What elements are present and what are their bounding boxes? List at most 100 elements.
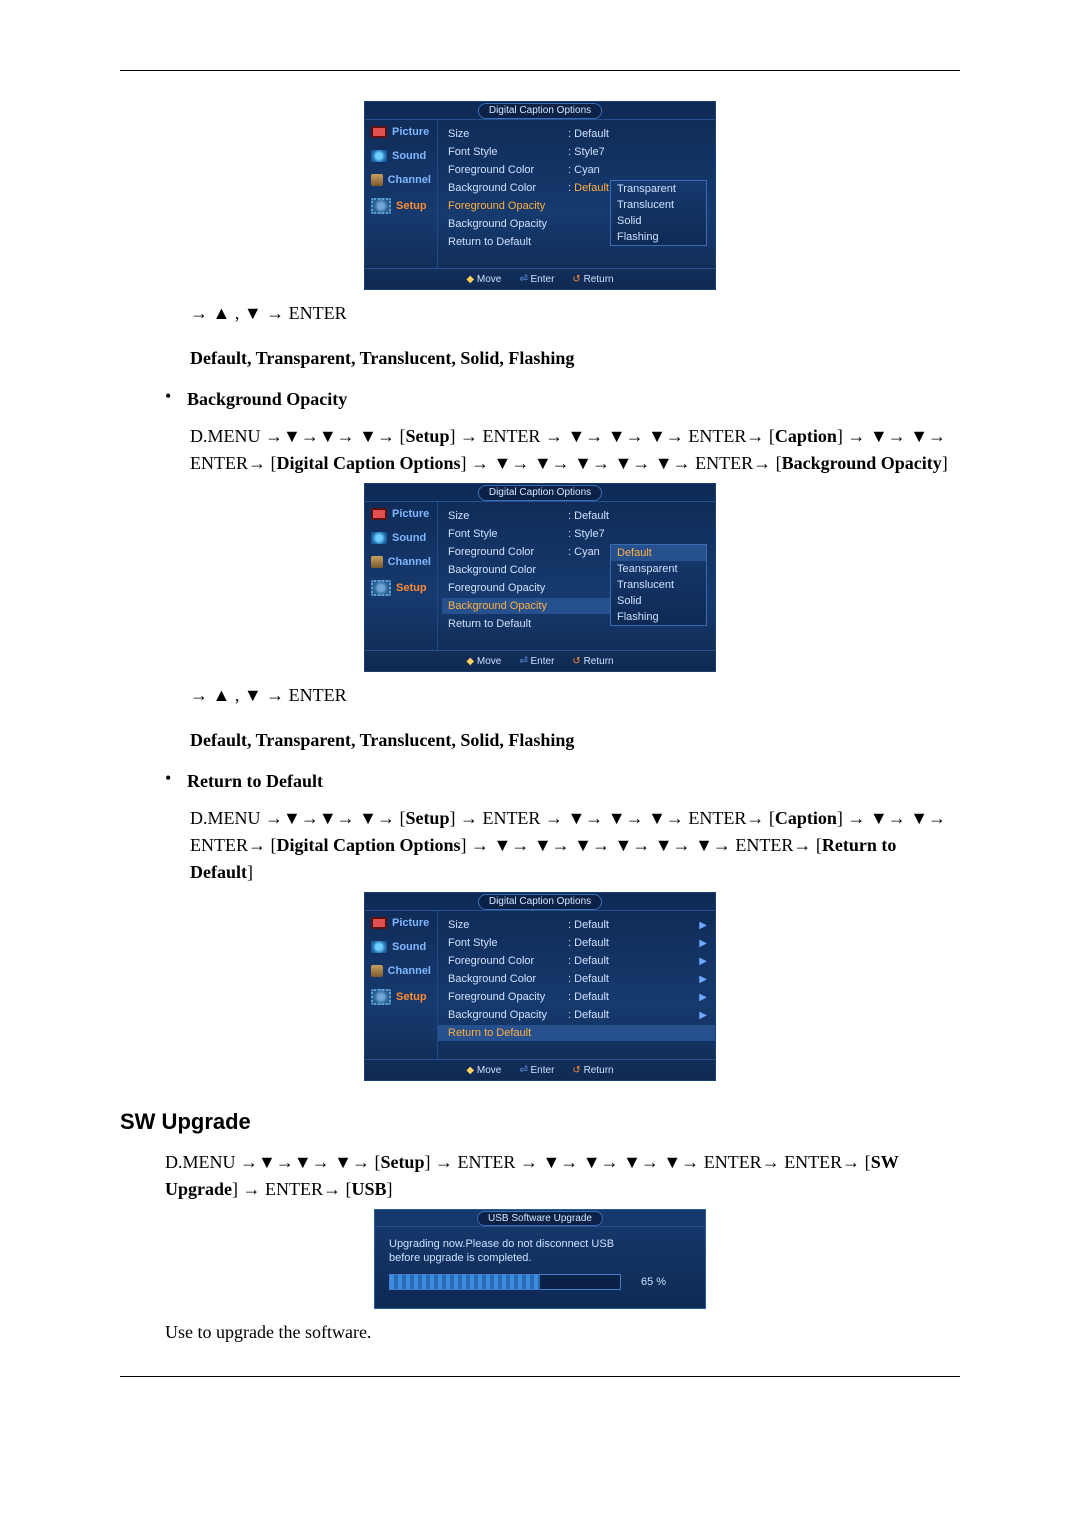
osd-screenshot-2: Digital Caption Options Picture Sound Ch… [120, 483, 960, 672]
bullet-label: Return to Default [187, 768, 323, 795]
usb-panel: USB Software Upgrade Upgrading now.Pleas… [374, 1209, 706, 1309]
dropdown-option[interactable]: Teansparent [611, 561, 706, 577]
row-label: Background Color [448, 564, 568, 576]
bottom-rule [120, 1376, 960, 1377]
usb-titlebar: USB Software Upgrade [375, 1210, 705, 1227]
osd-screenshot-3: Digital Caption Options Picture Sound Ch… [120, 892, 960, 1081]
sidebar-label: Setup [396, 200, 427, 212]
dropdown-option[interactable]: Flashing [611, 609, 706, 625]
row-value: Cyan [568, 164, 600, 176]
bullet-bg-opacity: • Background Opacity [165, 386, 960, 413]
row-label: Foreground Color [448, 955, 568, 967]
top-rule [120, 70, 960, 71]
row-label: Return to Default [448, 618, 568, 630]
sidebar-label: Channel [388, 965, 431, 977]
dropdown-option[interactable]: Translucent [611, 577, 706, 593]
dropdown-option[interactable]: Solid [611, 593, 706, 609]
sidebar-item-sound[interactable]: Sound [365, 935, 437, 959]
chevron-right-icon: ▶ [699, 1010, 707, 1021]
dropdown-bg-opacity[interactable]: Default Teansparent Translucent Solid Fl… [610, 544, 707, 626]
usb-screenshot: USB Software Upgrade Upgrading now.Pleas… [120, 1209, 960, 1309]
osd-panel: Digital Caption Options Picture Sound Ch… [364, 101, 716, 290]
dropdown-option[interactable]: Default [611, 545, 706, 561]
osd-panel: Digital Caption Options Picture Sound Ch… [364, 892, 716, 1081]
row-label-selected: Background Opacity [448, 600, 568, 612]
usb-title: USB Software Upgrade [477, 1211, 603, 1226]
osd-sidebar: Picture Sound Channel Setup [365, 911, 438, 1059]
osd-titlebar: Digital Caption Options [365, 893, 715, 911]
osd-titlebar: Digital Caption Options [365, 484, 715, 502]
osd-title: Digital Caption Options [478, 894, 602, 910]
sidebar-label: Picture [392, 917, 429, 929]
sidebar-label: Picture [392, 508, 429, 520]
sidebar-item-channel[interactable]: Channel [365, 550, 437, 574]
sidebar-item-picture[interactable]: Picture [365, 911, 437, 935]
chevron-right-icon: ▶ [699, 920, 707, 931]
row-label: Foreground Color [448, 546, 568, 558]
usb-msg-line: before upgrade is completed. [389, 1251, 691, 1265]
row-value: Cyan [568, 546, 600, 558]
footer-return: Return [584, 1065, 614, 1076]
row-label: Background Color [448, 973, 568, 985]
picture-icon [371, 126, 387, 138]
row-value: Default [568, 991, 609, 1003]
sound-icon [371, 150, 387, 162]
row-label: Background Color [448, 182, 568, 194]
progress-bar [389, 1274, 621, 1290]
sidebar-item-channel[interactable]: Channel [365, 168, 437, 192]
sidebar-item-setup[interactable]: Setup [365, 983, 437, 1011]
chevron-right-icon: ▶ [699, 992, 707, 1003]
sidebar-item-setup[interactable]: Setup [365, 574, 437, 602]
osd-footer: ◆ Move ⏎ Enter ↺ Return [365, 650, 715, 671]
sound-icon [371, 532, 387, 544]
options-line: Default, Transparent, Translucent, Solid… [190, 345, 960, 372]
osd-footer: ◆ Move ⏎ Enter ↺ Return [365, 1059, 715, 1080]
setup-icon [371, 580, 391, 596]
bullet-icon: • [165, 386, 187, 407]
options-line: Default, Transparent, Translucent, Solid… [190, 727, 960, 754]
row-label: Size [448, 128, 568, 140]
row-value: Default [568, 973, 609, 985]
row-label: Size [448, 510, 568, 522]
sidebar-label: Setup [396, 991, 427, 1003]
footer-move: Move [477, 1065, 501, 1076]
osd-titlebar: Digital Caption Options [365, 102, 715, 120]
row-value: Default [568, 937, 609, 949]
sidebar-item-picture[interactable]: Picture [365, 502, 437, 526]
row-label: Font Style [448, 146, 568, 158]
sidebar-item-sound[interactable]: Sound [365, 144, 437, 168]
row-value: Default [568, 955, 609, 967]
osd-sidebar: Picture Sound Channel Setup [365, 120, 438, 268]
row-value: Default [568, 128, 609, 140]
osd-sidebar: Picture Sound Channel Setup [365, 502, 438, 650]
setup-icon [371, 989, 391, 1005]
nav-line: → ▲ , ▼ → ENTER [190, 300, 960, 327]
picture-icon [371, 508, 387, 520]
osd-footer: ◆ Move ⏎ Enter ↺ Return [365, 268, 715, 289]
sidebar-item-sound[interactable]: Sound [365, 526, 437, 550]
bullet-label: Background Opacity [187, 386, 347, 413]
sidebar-item-picture[interactable]: Picture [365, 120, 437, 144]
sidebar-item-setup[interactable]: Setup [365, 192, 437, 220]
row-value: Default [568, 510, 609, 522]
dropdown-option[interactable]: Transparent [611, 181, 706, 197]
dropdown-option[interactable]: Flashing [611, 229, 706, 245]
row-label: Background Opacity [448, 218, 568, 230]
sound-icon [371, 941, 387, 953]
dropdown-fg-opacity[interactable]: Transparent Translucent Solid Flashing [610, 180, 707, 246]
usb-message: Upgrading now.Please do not disconnect U… [375, 1227, 705, 1274]
nav-line: → ▲ , ▼ → ENTER [190, 682, 960, 709]
dropdown-option[interactable]: Solid [611, 213, 706, 229]
osd-main: SizeDefault▶ Font StyleDefault▶ Foregrou… [438, 911, 715, 1059]
row-value: Default [568, 182, 609, 194]
path-sw-upgrade: D.MENU →▼→▼→ ▼→ [Setup] → ENTER → ▼→ ▼→ … [165, 1149, 960, 1203]
dropdown-option[interactable]: Translucent [611, 197, 706, 213]
sidebar-label: Sound [392, 532, 426, 544]
osd-title: Digital Caption Options [478, 103, 602, 119]
sidebar-item-channel[interactable]: Channel [365, 959, 437, 983]
picture-icon [371, 917, 387, 929]
heading-sw-upgrade: SW Upgrade [120, 1109, 960, 1135]
row-label: Background Opacity [448, 1009, 568, 1021]
sidebar-label: Sound [392, 941, 426, 953]
row-label-selected: Return to Default [448, 1027, 568, 1039]
